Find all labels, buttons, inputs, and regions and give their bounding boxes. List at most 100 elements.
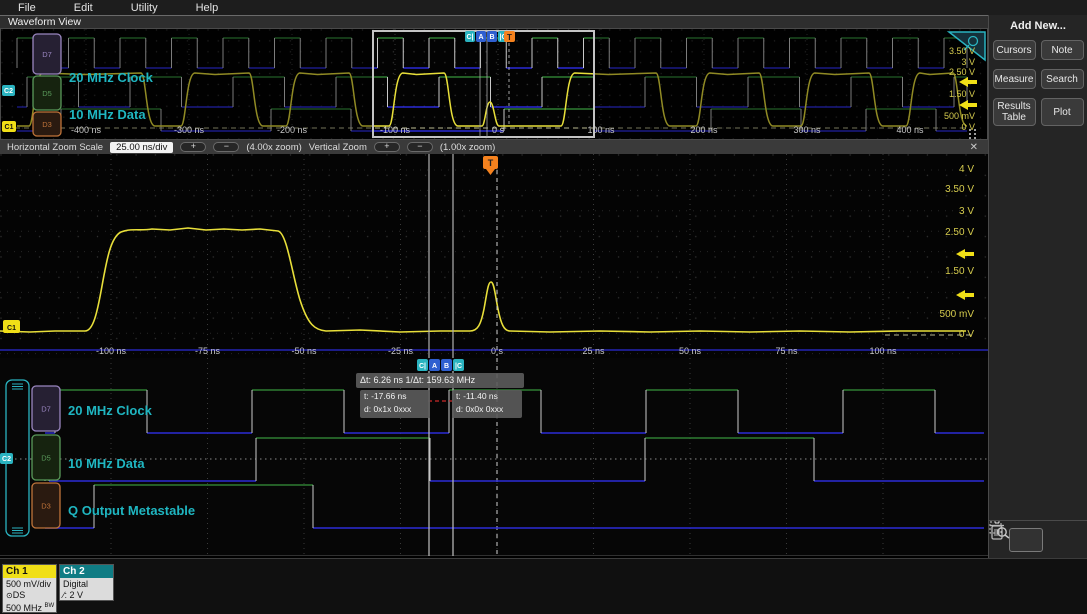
waveform-view-tab[interactable]: Waveform View (0, 15, 988, 28)
add-new-results-table-button[interactable]: Results Table (992, 98, 1036, 126)
main-volt-tick: 3 V (958, 206, 974, 217)
main-plot: T C1 (0, 154, 988, 358)
svg-text:B: B (489, 34, 494, 41)
main-volt-tick: 500 mV (939, 309, 974, 320)
zoom-tool-button[interactable] (989, 521, 1043, 552)
cursor-a-time: t: -17.66 ns (364, 391, 407, 401)
svg-text:C|: C| (466, 34, 473, 41)
cursor-delta-readout[interactable]: Δt: 6.26 ns 1/Δt: 159.63 MHz (356, 373, 524, 388)
overview-volt-tick: 0 V (961, 122, 975, 132)
cursor-a-readout[interactable]: t: -17.66 ns d: 0x1x 0xxx (360, 390, 430, 418)
main-time-tick: -100 ns (95, 346, 127, 356)
menu-file[interactable]: File (18, 2, 36, 14)
overview-time-tick: 200 ns (690, 125, 718, 135)
overview-time-tick: -100 ns (379, 125, 411, 135)
h-zoom-minus-button[interactable]: − (213, 142, 240, 152)
main-time-tick: 50 ns (678, 346, 702, 356)
digital-channel-label-d5: 10 MHz Data (68, 456, 145, 471)
bottom-bar: Ch 1 500 mV/div ⊙DS 500 MHz BW Ch 2 Digi… (0, 558, 1087, 614)
overview-time-tick: 0 s (491, 125, 504, 135)
zoom-controls-bar: Horizontal Zoom Scale 25.00 ns/div + − (… (0, 140, 988, 154)
h-zoom-factor: (4.00x zoom) (246, 141, 302, 153)
ch2-title: Ch 2 (60, 565, 113, 578)
cursor-b-readout[interactable]: t: -11.40 ns d: 0x0x 0xxx (452, 390, 522, 418)
overview-channel-label-d7: 20 MHz Clock (69, 70, 153, 85)
main-time-tick: 0 s (490, 346, 503, 356)
digital-channel-label-d7: 20 MHz Clock (68, 403, 152, 418)
right-panel: Add New... Cursors Note Measure Search Resul… (988, 15, 1087, 558)
overview-volt-tick: 3.50 V (948, 46, 975, 56)
overview-channel-label-d5: 10 MHz Data (69, 107, 146, 122)
svg-text:D3: D3 (41, 502, 51, 511)
overview-time-tick: -300 ns (173, 125, 205, 135)
channel-2-badge[interactable]: Ch 2 Digital ∕: 2 V (59, 564, 114, 601)
waveform-overview[interactable]: C| A B |C T C2 C1 D7 D5 D3 20 MHz Clock 10 MHz Dat… (0, 28, 988, 157)
svg-text:D5: D5 (42, 89, 52, 98)
bandwidth-limit-icon: BW (44, 603, 55, 609)
digital-channel-label-d3: Q Output Metastable (68, 503, 196, 518)
channel-1-badge[interactable]: Ch 1 500 mV/div ⊙DS 500 MHz BW (2, 564, 57, 613)
svg-text:A: A (478, 34, 483, 41)
svg-text:B: B (444, 363, 449, 370)
overview-volt-tick: 3 V (961, 57, 975, 67)
svg-text:D7: D7 (42, 50, 52, 59)
add-new-note-button[interactable]: Note (1040, 40, 1084, 60)
main-volt-tick: 0 V (958, 329, 974, 340)
ch1-scale: 500 mV/div (6, 579, 52, 589)
main-volt-tick: 4 V (958, 164, 974, 175)
menu-edit[interactable]: Edit (74, 2, 93, 14)
main-time-tick: 75 ns (775, 346, 798, 356)
ch2-threshold: : 2 V (64, 590, 84, 600)
ch1-probe: DS (12, 590, 26, 600)
v-zoom-factor: (1.00x zoom) (439, 141, 496, 153)
svg-text:C1: C1 (7, 325, 16, 332)
svg-text:T: T (507, 33, 512, 42)
v-zoom-label: Vertical Zoom (308, 141, 367, 153)
add-new-search-button[interactable]: Search (1040, 69, 1084, 89)
close-zoom-icon[interactable]: ✕ (970, 142, 978, 153)
page-title: Waveform View (8, 16, 81, 28)
svg-text:D7: D7 (41, 405, 51, 414)
main-time-tick: -75 ns (194, 346, 220, 356)
main-time-tick: 100 ns (869, 346, 897, 356)
overview-time-tick: 100 ns (587, 125, 615, 135)
v-zoom-plus-button[interactable]: + (373, 142, 400, 152)
svg-text:C2: C2 (4, 88, 13, 95)
h-zoom-scale-input[interactable]: 25.00 ns/div (110, 141, 174, 153)
ch2-mode: Digital (63, 579, 89, 589)
menu-help[interactable]: Help (196, 2, 219, 14)
overview-volt-tick: 2.50 V (948, 67, 975, 77)
probe-icon: ⊙ (6, 591, 13, 600)
ch1-bandwidth: 500 MHz (6, 603, 43, 613)
ch1-title: Ch 1 (3, 565, 56, 578)
zoomed-digital-view[interactable]: C| A B |C C2 D7 D5 D3 Δt: 6.26 ns 1/Δt: 159.63 … (0, 358, 988, 556)
oscilloscope-app: File Edit Utility Help Waveform View C| A B |C… (0, 0, 1087, 614)
add-new-buttons: Cursors Note Measure Search Results Table Plo… (989, 40, 1087, 126)
v-zoom-minus-button[interactable]: − (406, 142, 433, 152)
cursor-b-time: t: -11.40 ns (456, 391, 498, 401)
add-new-measure-button[interactable]: Measure (992, 69, 1036, 89)
view-splitter-handle[interactable] (969, 129, 977, 139)
overview-time-tick: 300 ns (793, 125, 821, 135)
cursor-b-data: d: 0x0x 0xxx (456, 404, 504, 414)
menu-utility[interactable]: Utility (131, 2, 158, 14)
svg-text:|C: |C (455, 363, 462, 370)
zoomed-analog-view[interactable]: T C1 -100 ns -75 ns -50 ns -25 ns 0 s 25 ns 50 … (0, 154, 988, 358)
main-volt-tick: 2.50 V (945, 227, 974, 238)
overview-time-tick: -400 ns (70, 125, 102, 135)
trash-icon (990, 522, 1004, 540)
add-new-plot-button[interactable]: Plot (1040, 98, 1084, 126)
cursor-a-data: d: 0x1x 0xxx (364, 404, 412, 414)
main-time-tick: 25 ns (582, 346, 605, 356)
svg-text:C1: C1 (5, 124, 14, 131)
main-volt-tick: 1.50 V (945, 266, 974, 277)
overview-time-tick: -200 ns (276, 125, 308, 135)
add-new-cursors-button[interactable]: Cursors (992, 40, 1036, 60)
main-time-tick: -25 ns (387, 346, 413, 356)
right-panel-footer (989, 520, 1087, 558)
h-zoom-plus-button[interactable]: + (180, 142, 207, 152)
overview-volt-tick: 500 mV (943, 111, 975, 121)
svg-text:A: A (432, 363, 437, 370)
menu-bar: File Edit Utility Help (0, 0, 1087, 15)
main-volt-tick: 3.50 V (945, 184, 974, 195)
